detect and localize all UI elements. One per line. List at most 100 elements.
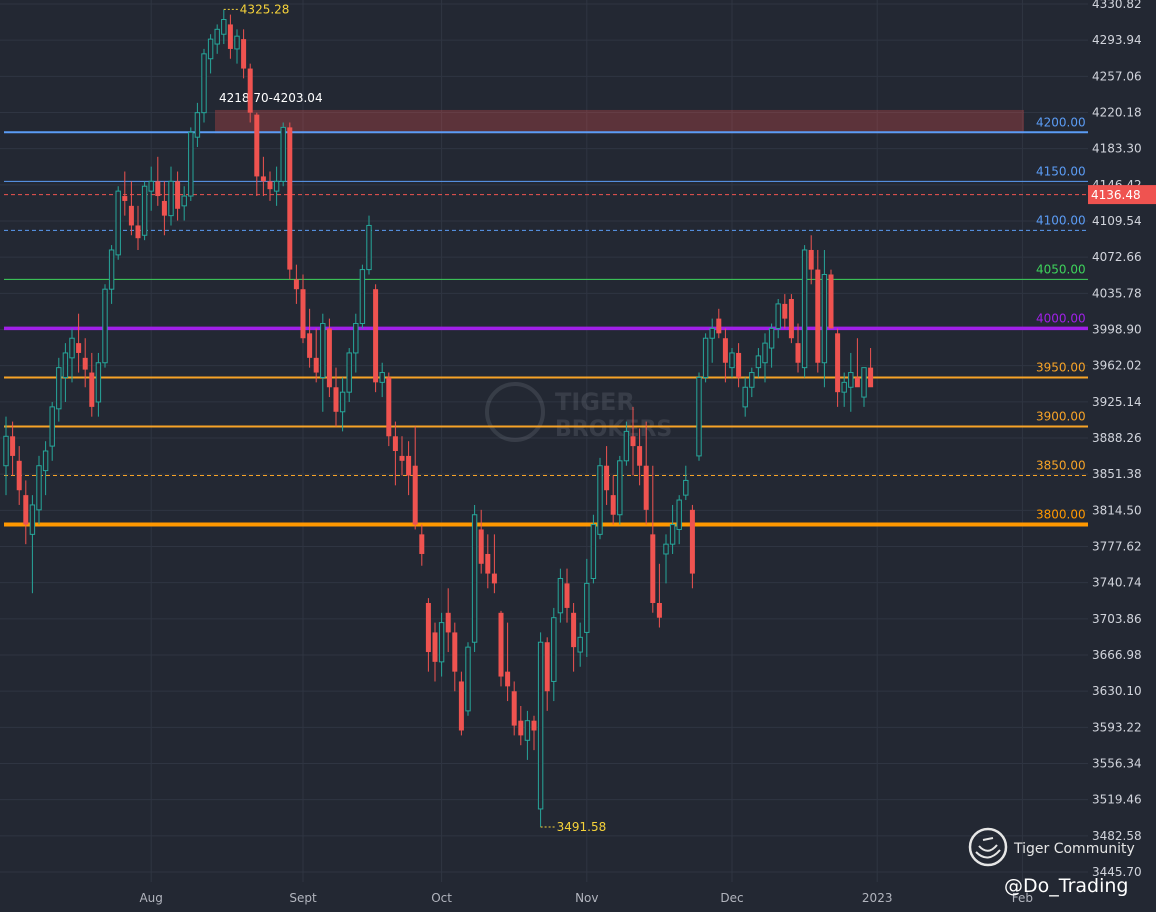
candle-body-up [537, 641, 544, 810]
candle-body-down [854, 377, 860, 388]
candle-body-down [656, 603, 662, 618]
candle-body-up [755, 355, 762, 369]
price-tick-label: 4072.66 [1092, 250, 1142, 264]
time-tick-label: 2023 [862, 891, 893, 905]
candle-body-down [175, 181, 181, 209]
candle-body-up [524, 720, 531, 741]
price-tick-label: 3814.50 [1092, 503, 1142, 517]
price-tick-label: 3851.38 [1092, 467, 1142, 481]
candle-body-up [683, 479, 689, 496]
candle-body-down [452, 632, 458, 672]
price-tick-label: 3962.02 [1092, 359, 1142, 373]
candle-body-up [584, 582, 590, 633]
candle-body-down [307, 333, 313, 358]
price-tick-label: 3777.62 [1092, 540, 1142, 554]
candle-body-down [544, 642, 550, 692]
candle-body-down [445, 612, 451, 633]
candlestick-chart[interactable]: TIGER BROKERS 4218.70-4203.04 4200.00 415… [0, 0, 1156, 912]
candle-body-up [102, 288, 108, 364]
candle-body-down [828, 274, 834, 329]
candle-body-down [425, 603, 431, 653]
zone-box [215, 109, 1024, 134]
candle-body-up [95, 362, 102, 403]
candle-body-down [241, 39, 247, 69]
candle-body-down [412, 465, 418, 525]
candle-body-down [287, 127, 293, 270]
candle-body-up [234, 35, 240, 50]
candle-body-up [148, 180, 154, 192]
candle-body-down [254, 114, 260, 177]
candle-body-up [742, 386, 748, 408]
candle-body-down [458, 681, 464, 731]
candle-body-down [122, 196, 128, 201]
watermark-brand-line2: BROKERS [555, 417, 672, 442]
candle-body-up [359, 269, 366, 325]
candle-body-down [419, 534, 425, 554]
candle-body-up [577, 636, 583, 653]
candle-body-down [531, 720, 537, 731]
candle-body-up [115, 190, 121, 256]
price-tick-label: 3519.46 [1092, 793, 1142, 807]
level-label-3950.00: 3950.00 [1036, 360, 1086, 374]
candle-body-up [353, 323, 359, 354]
zone-label: 4218.70-4203.04 [219, 91, 323, 105]
candle-body-down [333, 387, 339, 412]
candle-body-up [597, 465, 603, 535]
candle-body-up [676, 499, 682, 530]
candle-body-down [630, 436, 636, 447]
candle-body-up [471, 514, 478, 643]
candle-body-up [557, 577, 564, 614]
community-label: Tiger Community [1013, 841, 1135, 857]
candle-body-down [650, 534, 656, 604]
candle-body-up [36, 465, 42, 511]
candle-body-down [76, 343, 82, 353]
candle-body-down [643, 465, 649, 510]
candle-body-down [128, 205, 134, 226]
candle-body-up [207, 38, 214, 60]
candle-body-up [181, 195, 187, 207]
current-price-badge-label: 4136.48 [1091, 188, 1141, 202]
candle-body-up [62, 352, 69, 378]
price-tick-label: 3556.34 [1092, 757, 1142, 771]
level-label-3800.00: 3800.00 [1036, 508, 1086, 522]
candle-body-up [3, 435, 9, 467]
candle-body-up [590, 524, 597, 579]
candle-body-up [762, 342, 768, 364]
level-label-4000.00: 4000.00 [1036, 311, 1086, 325]
price-tick-label: 3630.10 [1092, 684, 1142, 698]
candle-body-up [194, 112, 201, 138]
candle-body-up [320, 323, 326, 378]
candle-body-up [749, 372, 755, 388]
candle-body-down [399, 455, 405, 461]
candle-body-down [835, 333, 841, 393]
level-label-3850.00: 3850.00 [1036, 459, 1086, 473]
price-tick-label: 3703.86 [1092, 612, 1142, 626]
candle-body-down [868, 367, 874, 388]
candle-body-down [432, 632, 438, 662]
author-handle: @Do_Trading [1004, 875, 1128, 897]
candle-body-up [669, 524, 676, 545]
level-label-4050.00: 4050.00 [1036, 262, 1086, 276]
candle-body-up [339, 391, 346, 413]
price-tick-label: 4257.06 [1092, 69, 1142, 83]
price-tick-label: 3925.14 [1092, 395, 1142, 409]
candle-body-up [663, 543, 669, 555]
annotation-label: 4325.28 [240, 2, 290, 16]
candle-body-up [623, 430, 630, 462]
watermark-brand-line1: TIGER [555, 388, 635, 416]
candle-body-up [221, 19, 227, 35]
candle-body-down [293, 279, 299, 290]
candle-body-down [571, 612, 577, 648]
candle-body-up [280, 126, 286, 182]
price-tick-label: 3666.98 [1092, 648, 1142, 662]
candle-body-down [478, 529, 484, 564]
price-tick-label: 4109.54 [1092, 214, 1142, 228]
candle-body-up [346, 352, 352, 393]
price-tick-label: 4035.78 [1092, 286, 1142, 300]
candle-body-up [214, 28, 220, 45]
level-label-4200.00: 4200.00 [1036, 115, 1086, 129]
candle-body-down [386, 377, 392, 437]
price-tick-label: 3888.26 [1092, 431, 1142, 445]
candle-body-up [141, 185, 148, 236]
candle-body-down [373, 289, 379, 383]
